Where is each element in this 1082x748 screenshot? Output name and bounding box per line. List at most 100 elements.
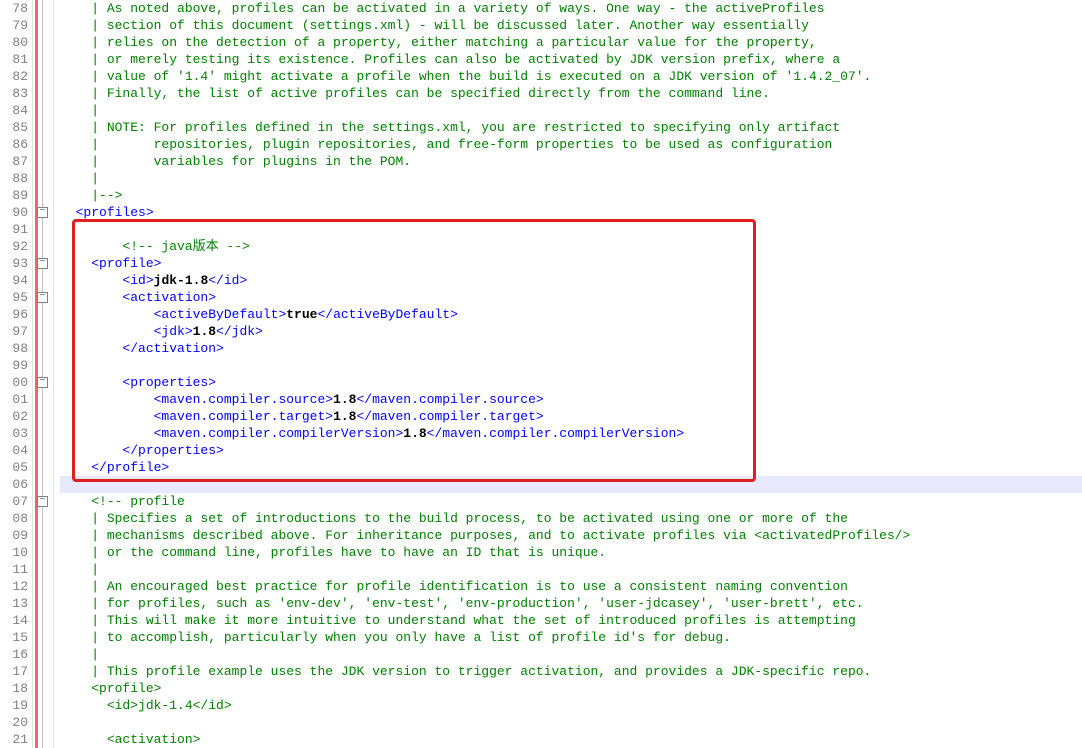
code-token bbox=[60, 698, 107, 713]
fold-guide-line bbox=[42, 0, 43, 748]
line-number: 88 bbox=[0, 170, 28, 187]
code-line[interactable]: | This will make it more intuitive to un… bbox=[60, 612, 1082, 629]
code-line[interactable]: <id>jdk-1.4</id> bbox=[60, 697, 1082, 714]
fold-toggle-icon[interactable]: − bbox=[37, 292, 48, 303]
code-token bbox=[60, 528, 91, 543]
code-token bbox=[60, 341, 122, 356]
code-line[interactable]: | mechanisms described above. For inheri… bbox=[60, 527, 1082, 544]
code-line[interactable]: <profiles> bbox=[60, 204, 1082, 221]
code-token bbox=[60, 171, 91, 186]
code-token bbox=[60, 630, 91, 645]
code-line[interactable]: | An encouraged best practice for profil… bbox=[60, 578, 1082, 595]
code-line[interactable]: | bbox=[60, 170, 1082, 187]
xml-text: 1.8 bbox=[333, 409, 356, 424]
code-line[interactable]: | bbox=[60, 646, 1082, 663]
code-line[interactable]: </profile> bbox=[60, 459, 1082, 476]
comment-text: | value of '1.4' might activate a profil… bbox=[91, 69, 871, 84]
code-line[interactable] bbox=[60, 357, 1082, 374]
code-token bbox=[60, 494, 91, 509]
code-line[interactable]: </properties> bbox=[60, 442, 1082, 459]
code-line[interactable]: <maven.compiler.compilerVersion>1.8</mav… bbox=[60, 425, 1082, 442]
code-line[interactable]: <activeByDefault>true</activeByDefault> bbox=[60, 306, 1082, 323]
xml-tag: <activeByDefault> bbox=[154, 307, 287, 322]
xml-tag: </properties> bbox=[122, 443, 223, 458]
line-number: 84 bbox=[0, 102, 28, 119]
code-line[interactable]: <activation> bbox=[60, 289, 1082, 306]
fold-toggle-icon[interactable]: − bbox=[37, 496, 48, 507]
line-number: 17 bbox=[0, 663, 28, 680]
xml-text: true bbox=[286, 307, 317, 322]
xml-text: 1.8 bbox=[333, 392, 356, 407]
xml-tag: </maven.compiler.compilerVersion> bbox=[427, 426, 684, 441]
code-token bbox=[60, 460, 91, 475]
xml-tag: </activation> bbox=[122, 341, 223, 356]
code-line[interactable] bbox=[60, 476, 1082, 493]
code-line[interactable]: <jdk>1.8</jdk> bbox=[60, 323, 1082, 340]
code-line[interactable]: | to accomplish, particularly when you o… bbox=[60, 629, 1082, 646]
fold-toggle-icon[interactable]: − bbox=[37, 377, 48, 388]
code-line[interactable]: |--> bbox=[60, 187, 1082, 204]
code-token bbox=[60, 307, 154, 322]
code-line[interactable]: <maven.compiler.target>1.8</maven.compil… bbox=[60, 408, 1082, 425]
code-line[interactable]: <profile> bbox=[60, 680, 1082, 697]
code-line[interactable]: <properties> bbox=[60, 374, 1082, 391]
line-number: 18 bbox=[0, 680, 28, 697]
code-line[interactable]: | repositories, plugin repositories, and… bbox=[60, 136, 1082, 153]
line-number: 93 bbox=[0, 255, 28, 272]
code-token bbox=[60, 443, 122, 458]
code-token bbox=[60, 545, 91, 560]
line-number: 83 bbox=[0, 85, 28, 102]
code-token bbox=[60, 324, 154, 339]
comment-text: <profile> bbox=[91, 681, 161, 696]
code-line[interactable]: | As noted above, profiles can be activa… bbox=[60, 0, 1082, 17]
code-line[interactable]: <id>jdk-1.8</id> bbox=[60, 272, 1082, 289]
xml-tag: <id> bbox=[122, 273, 153, 288]
comment-text: | repositories, plugin repositories, and… bbox=[91, 137, 832, 152]
code-token bbox=[60, 732, 107, 747]
code-token bbox=[60, 392, 154, 407]
code-line[interactable]: | This profile example uses the JDK vers… bbox=[60, 663, 1082, 680]
code-area[interactable]: | As noted above, profiles can be activa… bbox=[54, 0, 1082, 748]
xml-text: 1.8 bbox=[403, 426, 426, 441]
fold-column[interactable]: − − − − − bbox=[33, 0, 54, 748]
code-line[interactable]: </activation> bbox=[60, 340, 1082, 357]
code-token bbox=[60, 715, 68, 730]
code-line[interactable]: <maven.compiler.source>1.8</maven.compil… bbox=[60, 391, 1082, 408]
code-line[interactable]: | for profiles, such as 'env-dev', 'env-… bbox=[60, 595, 1082, 612]
code-line[interactable]: | value of '1.4' might activate a profil… bbox=[60, 68, 1082, 85]
code-line[interactable]: | NOTE: For profiles defined in the sett… bbox=[60, 119, 1082, 136]
code-line[interactable]: <!-- java版本 --> bbox=[60, 238, 1082, 255]
code-token bbox=[60, 239, 122, 254]
line-number: 89 bbox=[0, 187, 28, 204]
code-line[interactable]: | or the command line, profiles have to … bbox=[60, 544, 1082, 561]
line-number: 78 bbox=[0, 0, 28, 17]
code-token bbox=[60, 409, 154, 424]
code-token bbox=[60, 290, 122, 305]
code-line[interactable] bbox=[60, 714, 1082, 731]
code-token bbox=[60, 137, 91, 152]
xml-tag: </id> bbox=[208, 273, 247, 288]
code-token bbox=[60, 647, 91, 662]
code-line[interactable]: | Specifies a set of introductions to th… bbox=[60, 510, 1082, 527]
line-number: 82 bbox=[0, 68, 28, 85]
comment-text: <activation> bbox=[107, 732, 201, 747]
code-line[interactable] bbox=[60, 221, 1082, 238]
code-line[interactable]: <!-- profile bbox=[60, 493, 1082, 510]
code-line[interactable]: | variables for plugins in the POM. bbox=[60, 153, 1082, 170]
fold-toggle-icon[interactable]: − bbox=[37, 207, 48, 218]
code-line[interactable]: | bbox=[60, 561, 1082, 578]
line-number: 90 bbox=[0, 204, 28, 221]
line-number: 06 bbox=[0, 476, 28, 493]
comment-text: | or the command line, profiles have to … bbox=[91, 545, 606, 560]
fold-toggle-icon[interactable]: − bbox=[37, 258, 48, 269]
line-number: 96 bbox=[0, 306, 28, 323]
code-line[interactable]: <profile> bbox=[60, 255, 1082, 272]
code-line[interactable]: | relies on the detection of a property,… bbox=[60, 34, 1082, 51]
code-token bbox=[60, 205, 76, 220]
code-line[interactable]: | Finally, the list of active profiles c… bbox=[60, 85, 1082, 102]
code-line[interactable]: | section of this document (settings.xml… bbox=[60, 17, 1082, 34]
code-line[interactable]: | or merely testing its existence. Profi… bbox=[60, 51, 1082, 68]
code-line[interactable]: | bbox=[60, 102, 1082, 119]
line-number: 86 bbox=[0, 136, 28, 153]
code-editor[interactable]: 7879808182838485868788899091929394959697… bbox=[0, 0, 1082, 748]
